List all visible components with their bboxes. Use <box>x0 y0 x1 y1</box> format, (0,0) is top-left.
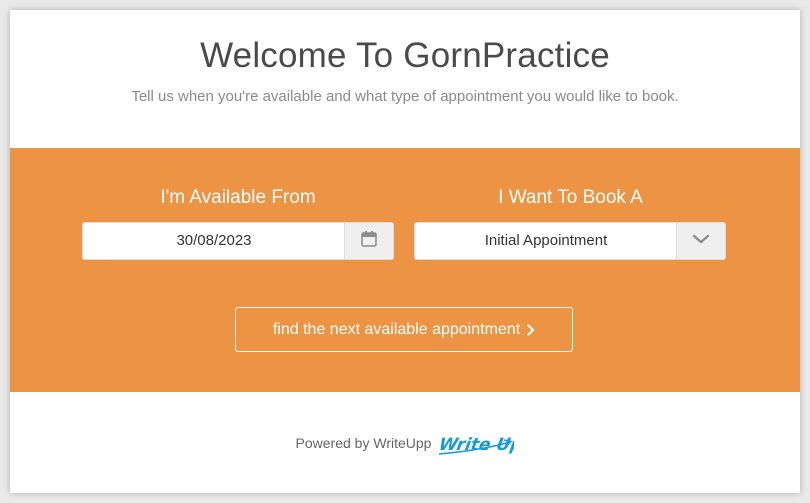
find-appointment-button[interactable]: find the next available appointment <box>235 307 573 352</box>
available-from-date-input[interactable]: 30/08/2023 <box>82 222 394 260</box>
appointment-type-select[interactable]: Initial Appointment <box>414 222 726 260</box>
logo-text: Write Upp <box>438 435 515 455</box>
booking-form-band: I'm Available From I Want To Book A 30/0… <box>10 148 800 392</box>
appointment-type-label: I Want To Book A <box>498 187 643 208</box>
find-appointment-label: find the next available appointment <box>272 320 521 338</box>
calendar-icon <box>360 230 378 253</box>
chevron-down-icon <box>692 232 710 250</box>
available-from-label: I'm Available From <box>160 187 316 208</box>
date-input-value: 30/08/2023 <box>176 232 252 249</box>
appointment-type-value: Initial Appointment <box>484 232 608 249</box>
chevron-right-icon <box>527 323 535 336</box>
writeupp-logo: Write Upp <box>436 428 515 458</box>
date-picker-button[interactable] <box>344 223 393 259</box>
page-subtitle: Tell us when you're available and what t… <box>131 88 679 105</box>
powered-by-text: Powered by WriteUpp <box>295 434 432 451</box>
booking-card: Welcome To GornPractice Tell us when you… <box>10 10 800 493</box>
appointment-type-dropdown-toggle[interactable] <box>676 223 725 259</box>
header: Welcome To GornPractice Tell us when you… <box>10 10 800 148</box>
footer: Powered by WriteUpp Write Upp <box>10 392 800 493</box>
page-title: Welcome To GornPractice <box>200 36 610 75</box>
